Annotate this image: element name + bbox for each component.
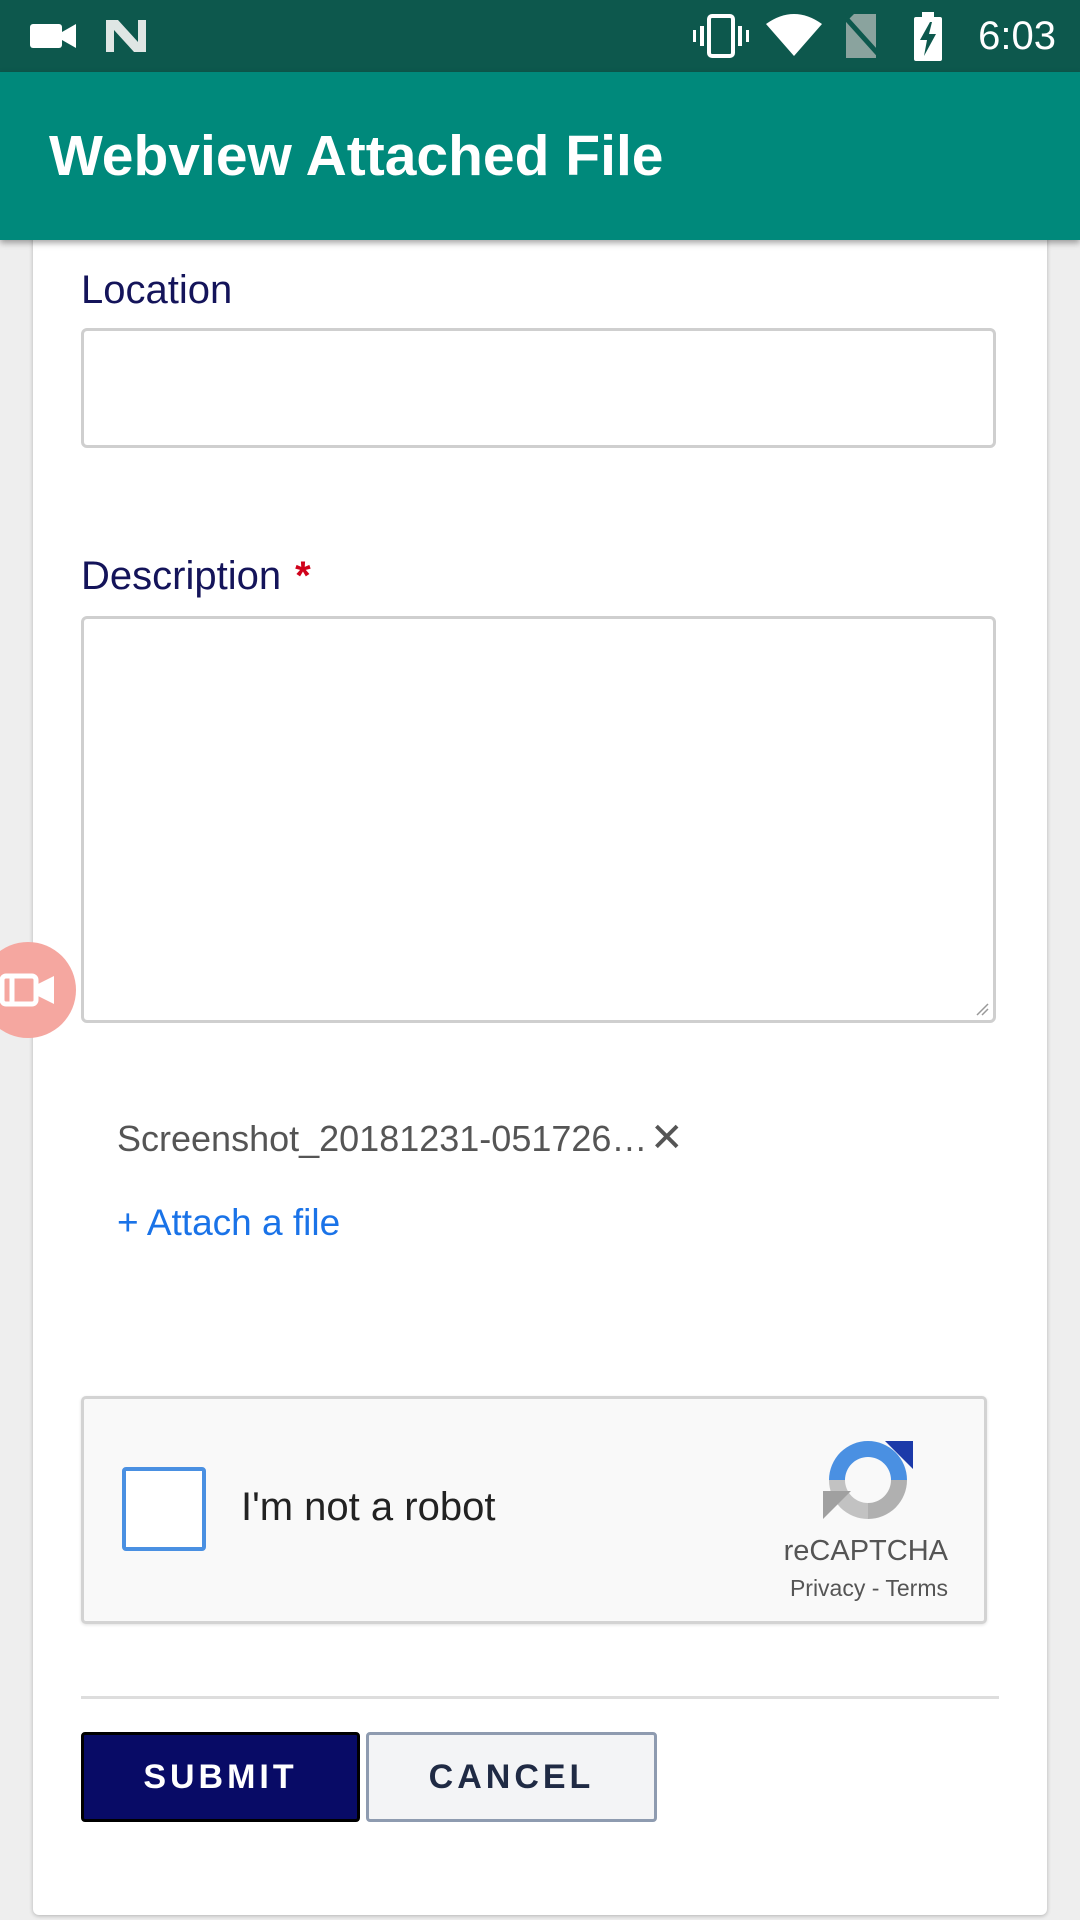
video-camera-icon (30, 24, 76, 48)
required-indicator: * (295, 554, 311, 598)
terms-link[interactable]: Terms (885, 1575, 948, 1601)
status-clock: 6:03 (978, 14, 1056, 58)
links-separator: - (865, 1575, 886, 1601)
recaptcha-widget: I'm not a robot reCAPTCHA Privacy - Term… (81, 1396, 987, 1624)
status-bar: 6:03 (0, 0, 1080, 72)
no-sim-icon (842, 14, 882, 58)
vibrate-icon (693, 14, 749, 58)
app-bar: Webview Attached File (0, 72, 1080, 240)
app-title: Webview Attached File (49, 124, 664, 188)
form-card (33, 230, 1047, 1915)
remove-file-icon[interactable]: ✕ (650, 1116, 684, 1160)
cancel-button[interactable]: CANCEL (366, 1732, 657, 1822)
description-label: Description * (81, 550, 311, 602)
n-notification-icon (106, 20, 146, 52)
description-textarea[interactable] (81, 616, 996, 1023)
location-label: Location (81, 268, 233, 312)
privacy-link[interactable]: Privacy (790, 1575, 865, 1601)
recaptcha-label: I'm not a robot (241, 1485, 496, 1529)
screen-record-icon (0, 973, 54, 1007)
recaptcha-brand: reCAPTCHA (783, 1535, 948, 1567)
attached-file-name: Screenshot_20181231-051726… (117, 1118, 648, 1159)
location-input[interactable] (81, 328, 996, 448)
form-divider (81, 1696, 999, 1699)
wifi-icon (766, 14, 822, 56)
recaptcha-checkbox[interactable] (122, 1467, 206, 1551)
description-label-text: Description (81, 554, 282, 598)
resize-handle-icon[interactable] (975, 1002, 989, 1016)
battery-charging-icon (914, 12, 942, 61)
attach-file-link[interactable]: + Attach a file (117, 1198, 340, 1248)
recaptcha-logo-icon (823, 1441, 913, 1519)
submit-button[interactable]: SUBMIT (81, 1732, 360, 1822)
recaptcha-links: Privacy - Terms (790, 1573, 948, 1603)
